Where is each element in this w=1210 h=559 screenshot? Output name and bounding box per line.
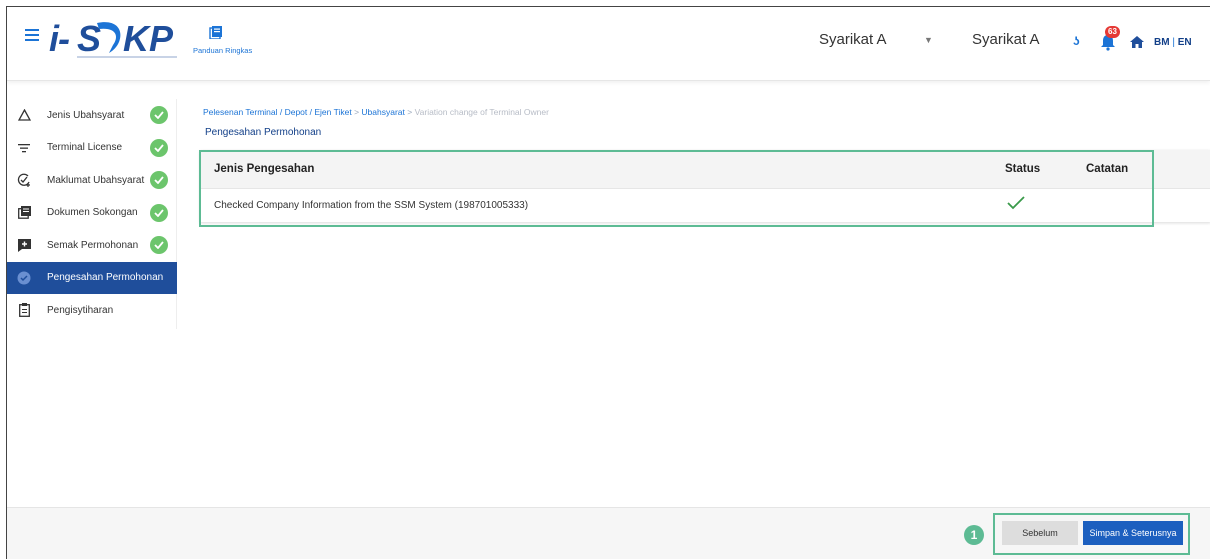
quick-guide-link[interactable]: Panduan Ringkas <box>193 25 263 55</box>
sidebar-item-label: Pengesahan Permohonan <box>47 272 164 284</box>
sidebar-item-semak-permohonan[interactable]: Semak Permohonan <box>7 229 177 262</box>
check-circle-icon <box>150 236 168 254</box>
edit-check-icon <box>17 173 31 188</box>
breadcrumb: Pelesenan Terminal / Depot / Ejen Tiket … <box>203 107 549 117</box>
sidebar-item-pengesahan-permohonan[interactable]: Pengesahan Permohonan <box>7 261 177 294</box>
sidebar-item-maklumat-ubahsyarat[interactable]: Maklumat Ubahsyarat <box>7 164 177 197</box>
sidebar-item-label: Jenis Ubahsyarat <box>47 109 125 121</box>
breadcrumb-link[interactable]: Ubahsyarat <box>361 107 404 117</box>
sidebar: Jenis Ubahsyarat Terminal License Maklum… <box>7 99 177 327</box>
triangle-icon <box>17 108 31 122</box>
breadcrumb-separator: > <box>407 107 413 117</box>
sidebar-item-label: Semak Permohonan <box>47 239 139 251</box>
home-icon[interactable] <box>1130 36 1144 48</box>
company-select[interactable]: Syarikat A <box>819 31 887 48</box>
step-badge: 1 <box>964 525 984 545</box>
sidebar-item-dokumen-sokongan[interactable]: Dokumen Sokongan <box>7 197 177 230</box>
sidebar-item-label: Pengisytiharan <box>47 304 114 316</box>
save-and-next-button[interactable]: Simpan & Seterusnya <box>1083 521 1183 545</box>
app-window: i- S KP Panduan Ringkas Syarikat A ▼ Sya… <box>6 6 1210 559</box>
breadcrumb-separator: > <box>354 107 360 117</box>
clipboard-icon <box>17 303 31 318</box>
lang-en[interactable]: EN <box>1178 37 1192 48</box>
language-switcher: BM | EN <box>1154 37 1192 48</box>
check-circle-icon <box>150 171 168 189</box>
lang-bm[interactable]: BM <box>1154 37 1170 48</box>
sidebar-item-terminal-license[interactable]: Terminal License <box>7 132 177 165</box>
sidebar-item-label: Terminal License <box>47 142 123 154</box>
check-circle-icon <box>150 203 168 222</box>
verify-icon <box>17 271 31 285</box>
page-title: Pengesahan Permohonan <box>205 127 322 138</box>
book-icon <box>209 26 222 40</box>
company-name: Syarikat A <box>972 31 1040 48</box>
sidebar-item-jenis-ubahsyarat[interactable]: Jenis Ubahsyarat <box>7 99 177 132</box>
breadcrumb-current: Variation change of Terminal Owner <box>414 107 549 117</box>
sidebar-item-pengisytiharan[interactable]: Pengisytiharan <box>7 294 177 327</box>
app-logo: i- S KP <box>49 18 177 59</box>
review-icon <box>17 238 31 252</box>
chevron-down-icon[interactable]: ▼ <box>924 35 933 45</box>
quick-guide-label: Panduan Ringkas <box>193 46 253 55</box>
menu-icon[interactable] <box>25 29 39 44</box>
previous-button[interactable]: Sebelum <box>1002 521 1078 545</box>
check-circle-icon <box>150 138 168 157</box>
accessibility-icon[interactable]: ʖ <box>1073 34 1080 48</box>
svg-text:KP: KP <box>123 18 174 59</box>
svg-text:i-: i- <box>49 18 69 59</box>
check-circle-icon <box>150 106 168 124</box>
top-header: i- S KP Panduan Ringkas Syarikat A ▼ Sya… <box>7 7 1210 81</box>
sidebar-item-label: Dokumen Sokongan <box>47 207 138 219</box>
notification-badge: 63 <box>1105 26 1120 38</box>
lang-separator: | <box>1172 37 1175 48</box>
sidebar-item-label: Maklumat Ubahsyarat <box>47 174 145 186</box>
documents-icon <box>17 206 31 220</box>
filter-icon <box>17 141 31 155</box>
highlight-box-table <box>199 150 1154 227</box>
breadcrumb-link[interactable]: Pelesenan Terminal / Depot / Ejen Tiket <box>203 107 352 117</box>
